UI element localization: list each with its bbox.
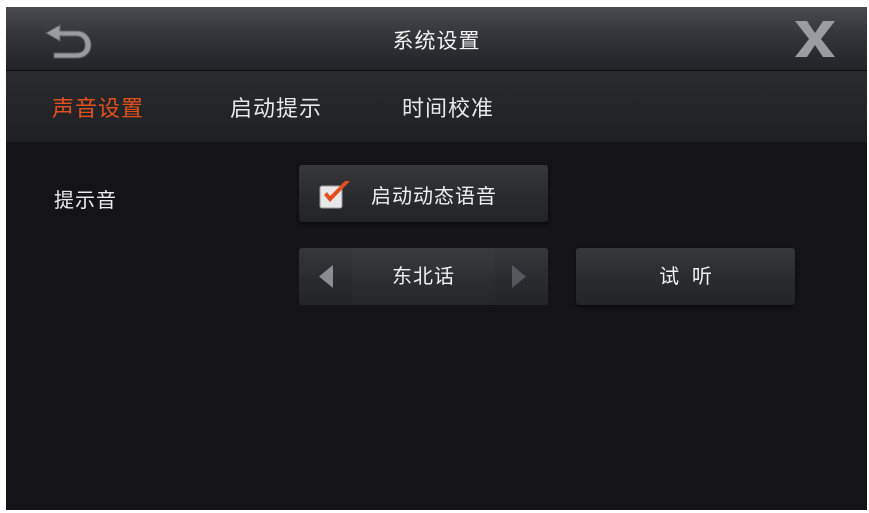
dynamic-voice-toggle[interactable]: 启动动态语音 <box>299 165 548 222</box>
tab-time-calibration[interactable]: 时间校准 <box>402 91 494 123</box>
title-bar: 系统设置 <box>6 7 867 71</box>
close-x-icon <box>795 21 835 57</box>
triangle-right-icon <box>512 265 526 288</box>
dialect-value: 东北话 <box>352 248 495 305</box>
listen-button[interactable]: 试 听 <box>576 248 795 305</box>
close-button[interactable] <box>791 17 839 61</box>
tab-bar: 声音设置 启动提示 时间校准 <box>6 71 867 142</box>
prompt-sound-label: 提示音 <box>54 188 117 212</box>
dynamic-voice-label: 启动动态语音 <box>371 184 497 208</box>
triangle-left-icon <box>319 265 333 288</box>
tab-sound-settings[interactable]: 声音设置 <box>52 91 144 123</box>
tab-startup-prompt[interactable]: 启动提示 <box>230 91 322 123</box>
settings-window: 系统设置 声音设置 启动提示 时间校准 提示音 启动动态语音 东北话 试 听 <box>6 7 867 510</box>
dialect-prev-button[interactable] <box>299 248 352 305</box>
sound-settings-panel: 提示音 启动动态语音 东北话 试 听 <box>6 142 867 510</box>
dialect-next-button[interactable] <box>495 248 548 305</box>
checkbox-checked-icon <box>319 181 350 209</box>
dialect-selector: 东北话 <box>299 248 548 305</box>
window-title: 系统设置 <box>392 29 481 53</box>
